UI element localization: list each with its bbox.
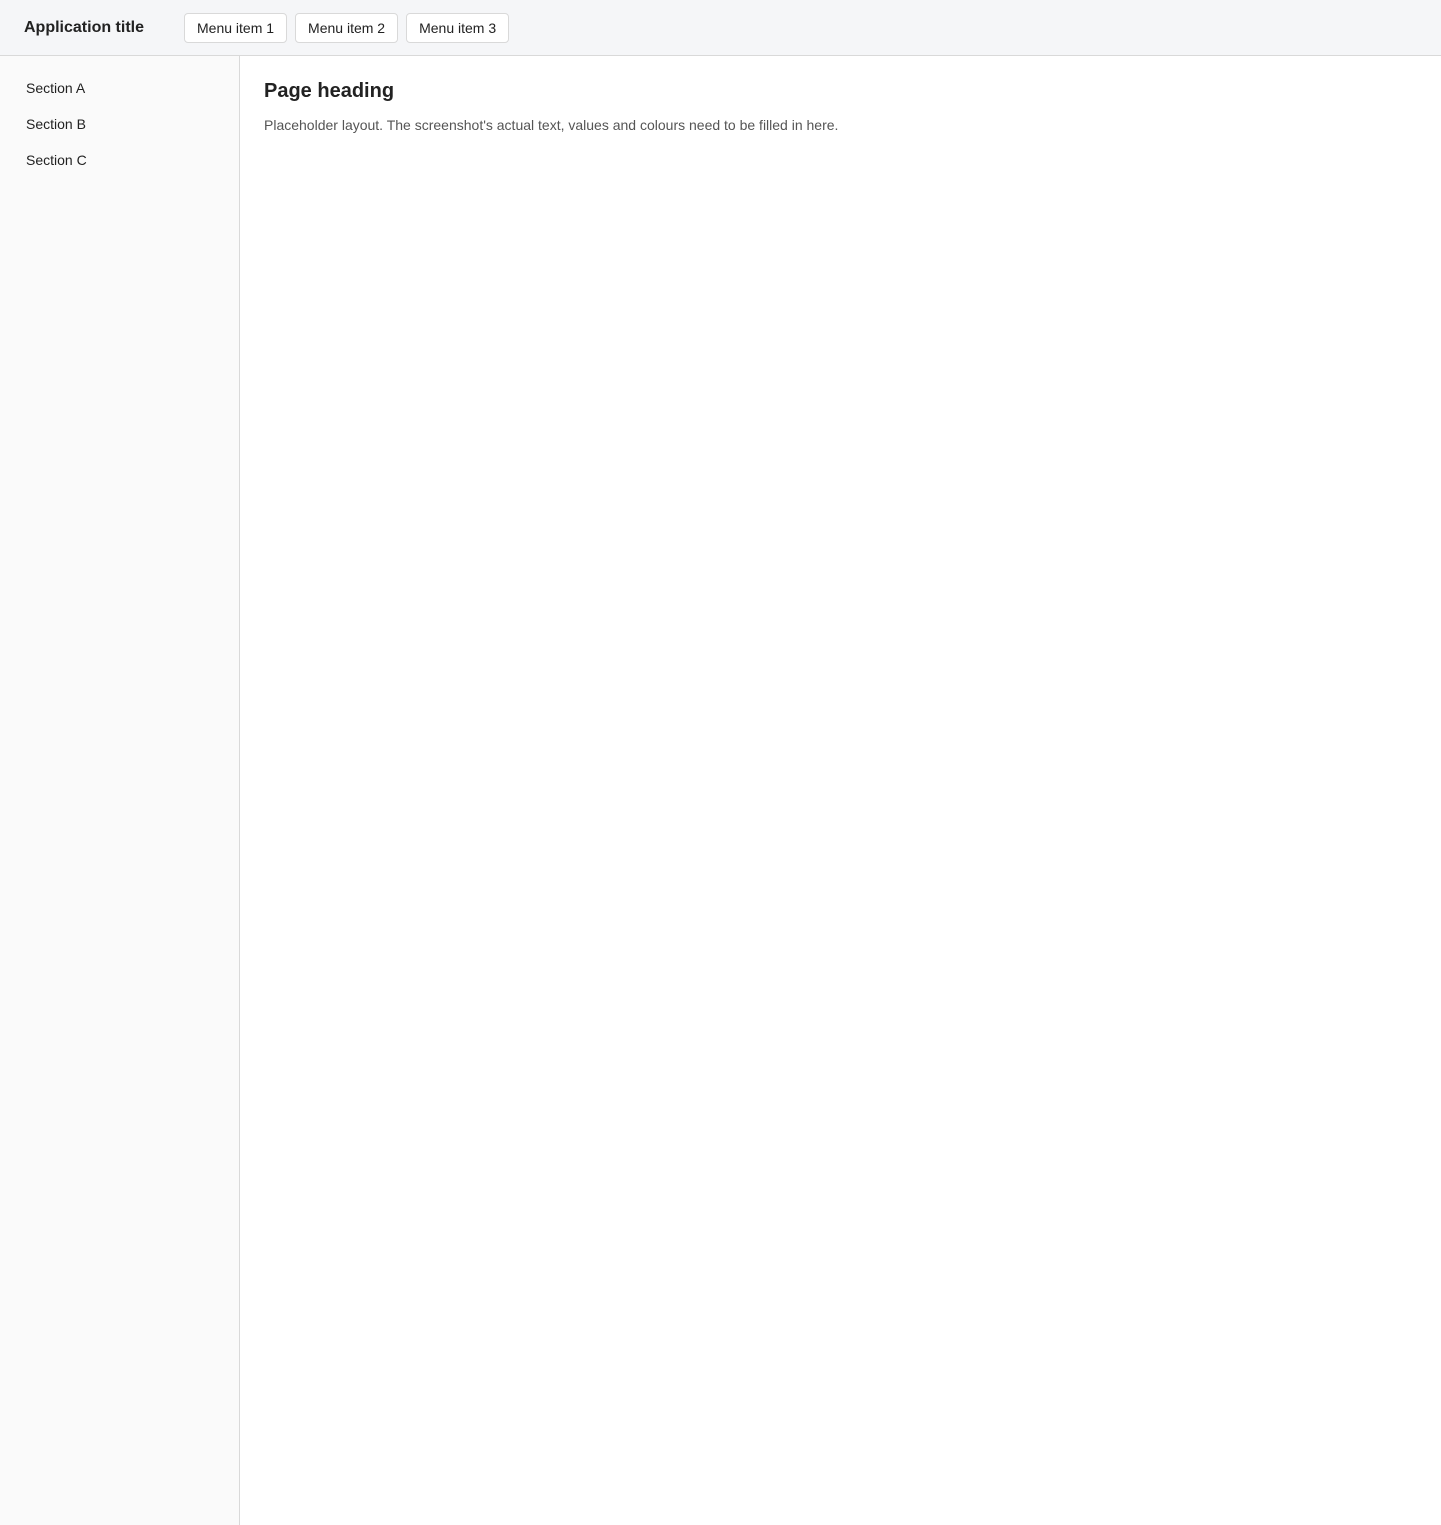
top-nav: Menu item 1 Menu item 2 Menu item 3 [184, 12, 510, 43]
placeholder-notice: Placeholder layout. The screenshot's act… [264, 117, 839, 133]
page-heading: Page heading [264, 80, 395, 102]
sidebar-item-3[interactable]: Section C [16, 144, 223, 176]
app-title: Application title [24, 18, 144, 36]
nav-item-1[interactable]: Menu item 1 [184, 12, 288, 43]
sidebar-item-1[interactable]: Section A [16, 72, 223, 104]
content-area: Section A Section B Section C Page headi… [0, 56, 1441, 1525]
nav-item-2[interactable]: Menu item 2 [295, 12, 399, 43]
sidebar: Section A Section B Section C [0, 56, 240, 1525]
nav-item-3[interactable]: Menu item 3 [406, 12, 510, 43]
app-window: Application title Menu item 1 Menu item … [0, 0, 1441, 1525]
top-bar: Application title Menu item 1 Menu item … [0, 0, 1441, 56]
sidebar-item-2[interactable]: Section B [16, 108, 223, 140]
main-panel: Page heading Placeholder layout. The scr… [240, 56, 1441, 1525]
